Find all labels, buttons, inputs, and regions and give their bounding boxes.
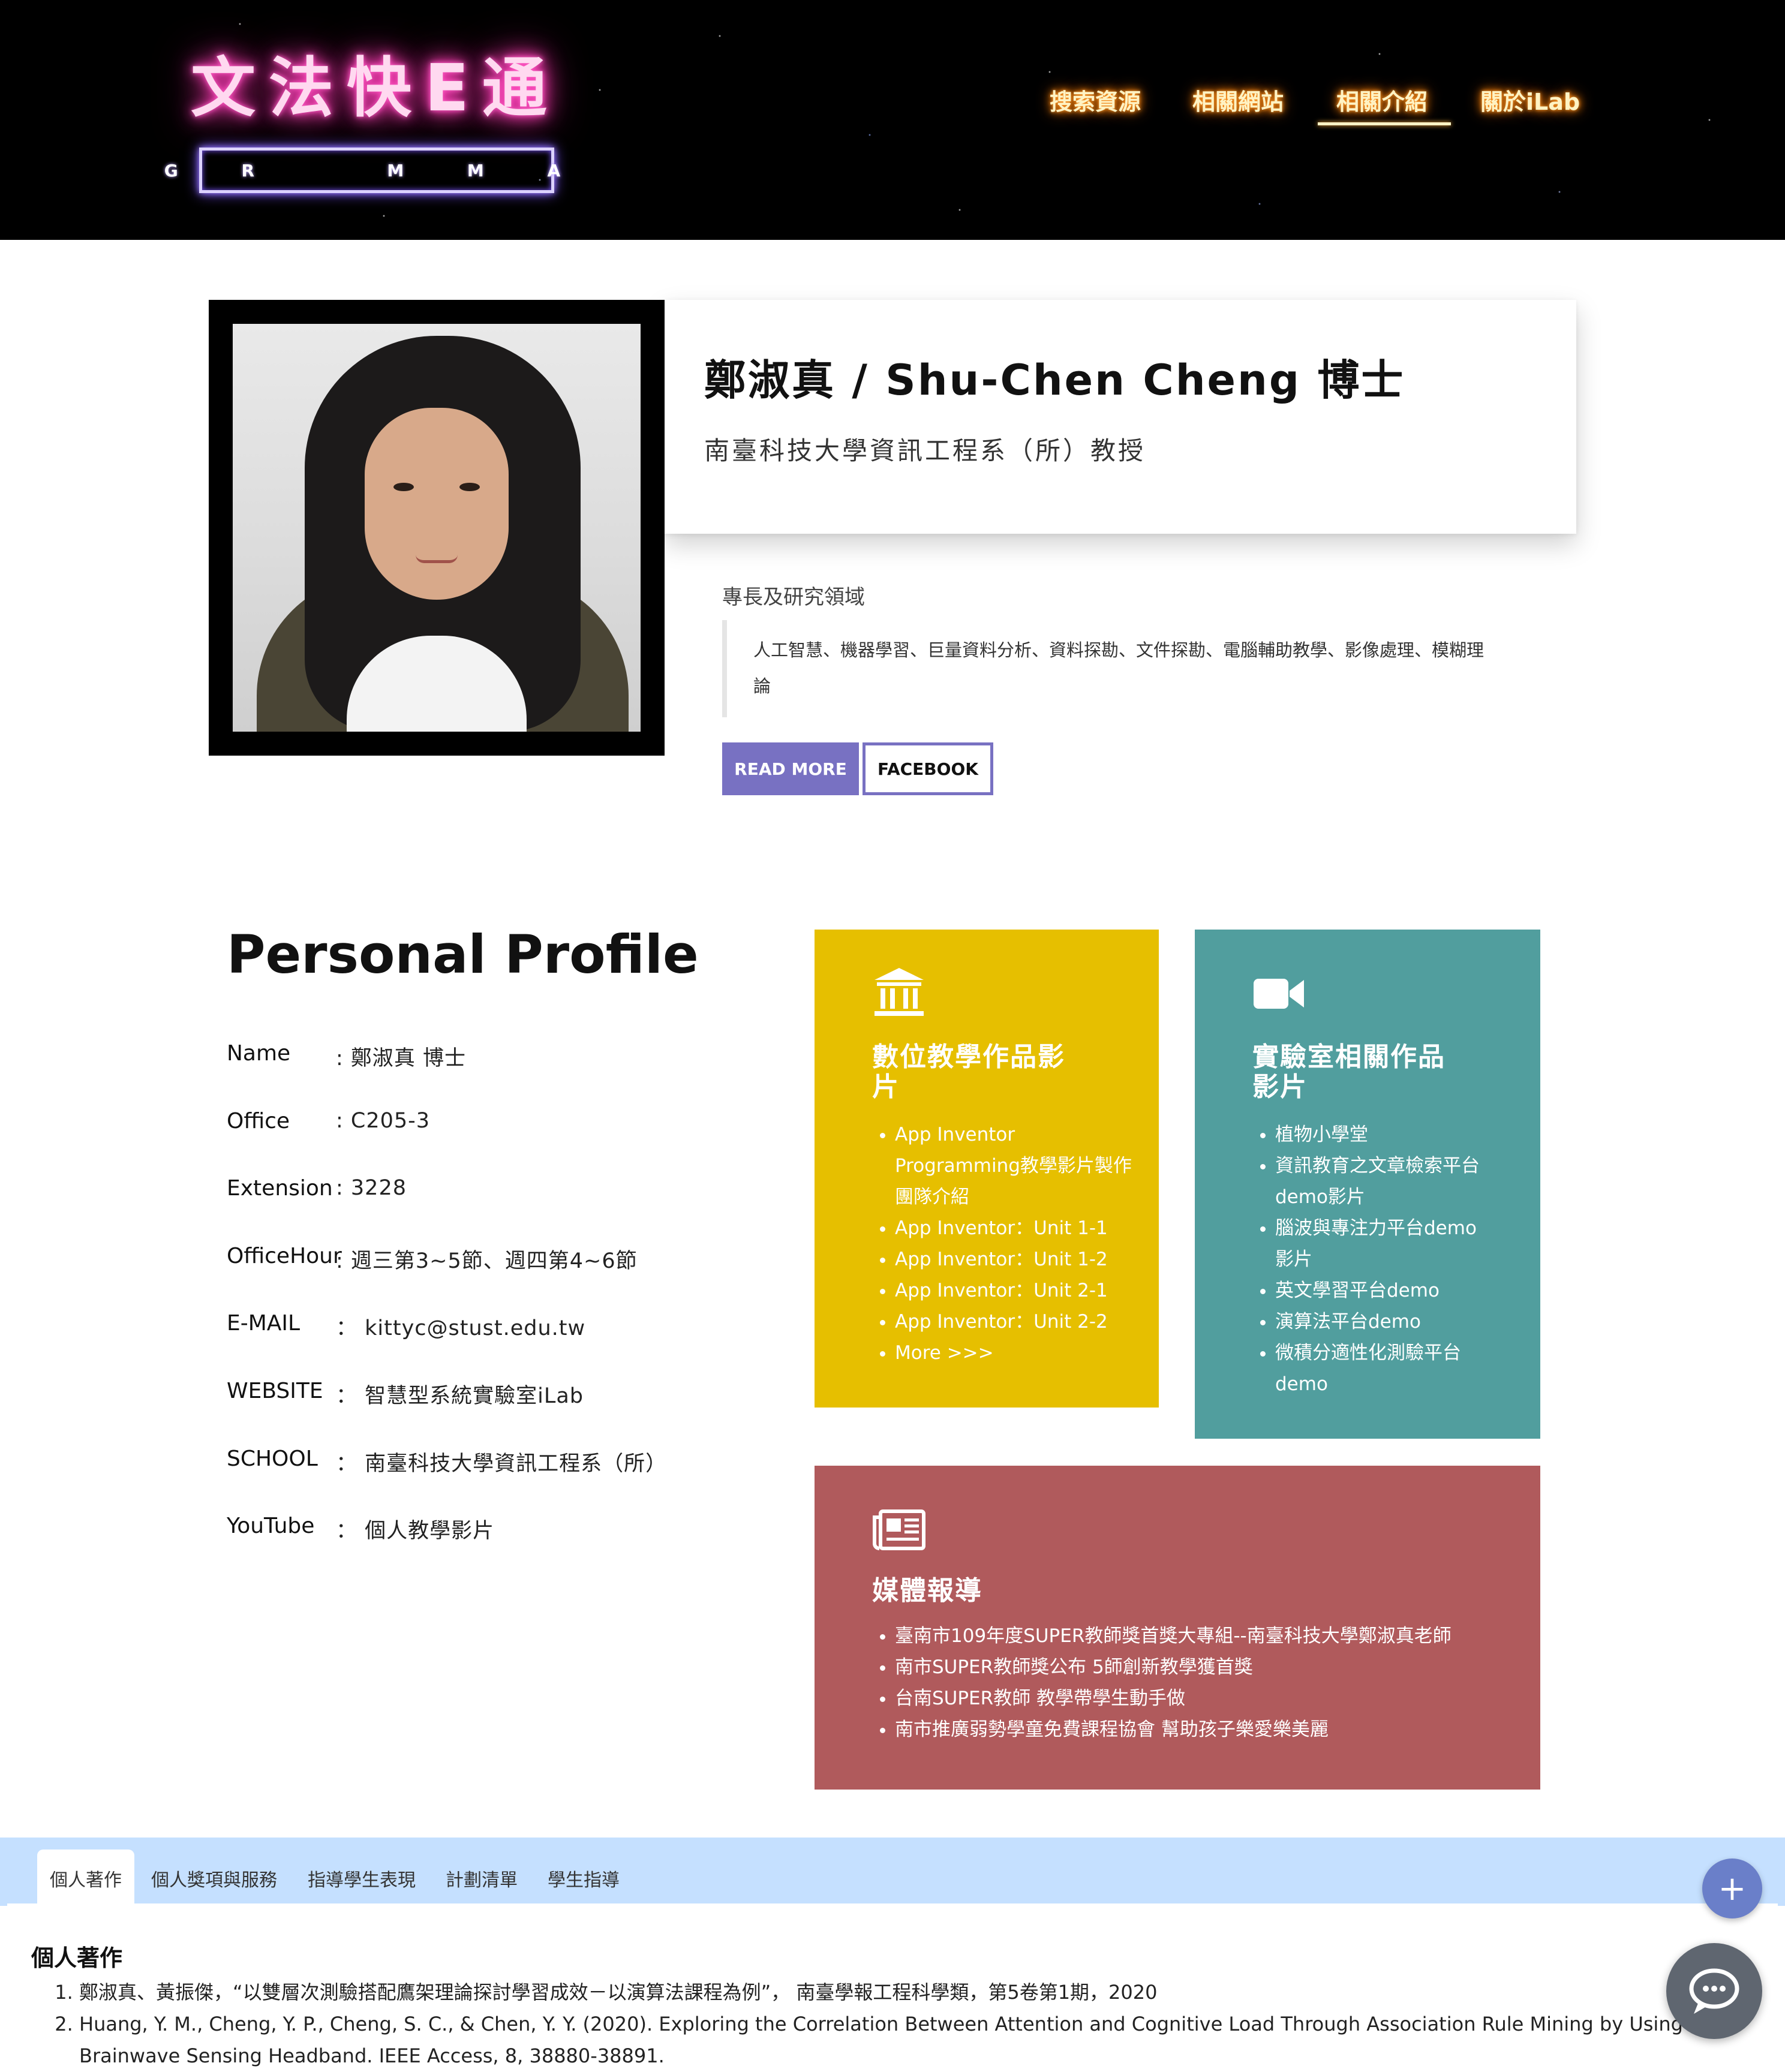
teaching-video-link[interactable]: App Inventor：Unit 1-1 <box>895 1213 1136 1244</box>
facebook-button[interactable]: FACEBOOK <box>863 742 993 795</box>
teaching-video-link[interactable]: App Inventor：Unit 2-1 <box>895 1275 1136 1306</box>
page: 文法快E通 G R M M A 搜索資源 相關網站 相關介紹 關於iLab 鄭淑… <box>0 0 1785 2067</box>
teaching-card-title-line1: 數位教學作品影 <box>872 1042 1065 1072</box>
teaching-video-link[interactable]: App Inventor：Unit 2-2 <box>895 1306 1136 1337</box>
lab-video-link[interactable]: 微積分適性化測驗平台demo <box>1275 1337 1492 1400</box>
more-link[interactable]: More >>> <box>895 1337 1136 1369</box>
bank-icon <box>875 968 924 1016</box>
lab-video-link[interactable]: 植物小學堂 <box>1275 1119 1492 1150</box>
profile-value: : 週三第3~5節、週四第4~6節 <box>336 1249 638 1273</box>
lab-video-link[interactable]: 腦波與專注力平台demo影片 <box>1275 1213 1492 1275</box>
chat-bubble-icon <box>1689 1968 1739 2014</box>
profile-value: : C205-3 <box>336 1109 431 1133</box>
tab-publications[interactable]: 個人著作 <box>37 1850 134 1907</box>
personal-profile-heading: Personal Profile <box>227 924 699 985</box>
profile-label: YouTube <box>227 1514 315 1538</box>
site-logo-subtitle: G R M M A <box>164 160 590 181</box>
lab-card-title: 實驗室相關作品 影片 <box>1252 1042 1446 1102</box>
name-card: 鄭淑真 / Shu-Chen Cheng 博士 南臺科技大學資訊工程系（所）教授 <box>665 300 1576 534</box>
photo-eye-right <box>459 483 480 491</box>
person-position: 南臺科技大學資訊工程系（所）教授 <box>704 436 1146 465</box>
profile-label: OfficeHour <box>227 1244 342 1268</box>
media-report-link[interactable]: 南市SUPER教師獎公布 5師創新教學獲首獎 <box>895 1652 1508 1683</box>
nav-item-about-ilab[interactable]: 關於iLab <box>1480 84 1580 120</box>
lab-videos-card: 實驗室相關作品 影片 植物小學堂 資訊教育之文章檢索平台demo影片 腦波與專注… <box>1195 930 1540 1439</box>
site-logo-title[interactable]: 文法快E通 <box>191 47 575 131</box>
profile-photo <box>233 324 641 732</box>
site-header: 文法快E通 G R M M A 搜索資源 相關網站 相關介紹 關於iLab <box>0 0 1785 240</box>
lab-card-title-line1: 實驗室相關作品 <box>1252 1042 1446 1072</box>
video-camera-icon <box>1254 979 1304 1009</box>
chat-button[interactable] <box>1666 1943 1762 2039</box>
photo-face <box>365 408 509 600</box>
media-report-link[interactable]: 南市推廣弱勢學童免費課程協會 幫助孩子樂愛樂美麗 <box>895 1714 1508 1745</box>
plus-icon: + <box>1718 1869 1747 1908</box>
teaching-video-link[interactable]: App Inventor Programming教學影片製作團隊介紹 <box>895 1119 1136 1213</box>
nav-active-underline <box>1318 122 1451 125</box>
nav-item-related-intro[interactable]: 相關介紹 <box>1336 84 1428 120</box>
publications-heading: 個人著作 <box>31 1945 123 1971</box>
profile-label: WEBSITE <box>227 1379 323 1403</box>
photo-mouth <box>416 555 458 563</box>
profile-photo-frame <box>209 300 665 756</box>
research-fields: 人工智慧、機器學習、巨量資料分析、資料探勘、文件探勘、電腦輔助教學、影像處理、模… <box>722 620 1496 717</box>
media-report-list: 臺南市109年度SUPER教師獎首獎大專組--南臺科技大學鄭淑真老師 南市SUP… <box>872 1620 1508 1745</box>
profile-label: E-MAIL <box>227 1311 300 1336</box>
media-report-link[interactable]: 台南SUPER教師 教學帶學生動手做 <box>895 1683 1508 1714</box>
teaching-videos-card: 數位教學作品影 片 App Inventor Programming教學影片製作… <box>815 930 1159 1408</box>
teaching-video-list: App Inventor Programming教學影片製作團隊介紹 App I… <box>872 1119 1136 1369</box>
profile-value: : 3228 <box>336 1176 407 1200</box>
profile-label: Office <box>227 1109 290 1133</box>
plus-button[interactable]: + <box>1702 1859 1762 1918</box>
lab-video-list: 植物小學堂 資訊教育之文章檢索平台demo影片 腦波與專注力平台demo影片 英… <box>1252 1119 1492 1400</box>
read-more-button[interactable]: READ MORE <box>722 742 859 795</box>
tab-awards-services[interactable]: 個人獎項與服務 <box>140 1850 288 1907</box>
profile-label: SCHOOL <box>227 1447 318 1471</box>
youtube-link[interactable]: ： 個人教學影片 <box>336 1514 494 1544</box>
research-label: 專長及研究領域 <box>722 585 865 609</box>
newspaper-icon <box>873 1509 925 1550</box>
website-link[interactable]: ： 智慧型系統實驗室iLab <box>336 1379 584 1409</box>
tab-student-performance[interactable]: 指導學生表現 <box>298 1850 426 1907</box>
teaching-card-title-line2: 片 <box>872 1072 900 1102</box>
tab-student-guidance[interactable]: 學生指導 <box>539 1850 629 1907</box>
media-report-link[interactable]: 臺南市109年度SUPER教師獎首獎大專組--南臺科技大學鄭淑真老師 <box>895 1620 1508 1652</box>
lab-card-title-line2: 影片 <box>1252 1072 1308 1102</box>
profile-label: Extension <box>227 1176 333 1201</box>
tab-project-list[interactable]: 計劃清單 <box>437 1850 527 1907</box>
profile-value: : 鄭淑真 博士 <box>336 1046 467 1070</box>
nav-item-related-websites[interactable]: 相關網站 <box>1192 84 1284 120</box>
lab-video-link[interactable]: 資訊教育之文章檢索平台demo影片 <box>1275 1150 1492 1213</box>
nav-item-search-resources[interactable]: 搜索資源 <box>1050 84 1141 120</box>
teaching-card-title: 數位教學作品影 片 <box>872 1042 1065 1102</box>
media-reports-card: 媒體報導 臺南市109年度SUPER教師獎首獎大專組--南臺科技大學鄭淑真老師 … <box>815 1466 1540 1790</box>
photo-eye-left <box>393 483 414 491</box>
lab-video-link[interactable]: 英文學習平台demo <box>1275 1275 1492 1306</box>
lab-video-link[interactable]: 演算法平台demo <box>1275 1306 1492 1337</box>
site-logo-subtitle-box: G R M M A <box>164 148 560 193</box>
profile-label: Name <box>227 1041 291 1066</box>
school-link[interactable]: ： 南臺科技大學資訊工程系（所） <box>336 1447 667 1477</box>
teaching-video-link[interactable]: App Inventor：Unit 1-2 <box>895 1244 1136 1275</box>
publication-item: 鄭淑真、黃振傑，“以雙層次測驗搭配鷹架理論探討學習成效－以演算法課程為例”， 南… <box>79 1977 1747 2008</box>
publication-list: 鄭淑真、黃振傑，“以雙層次測驗搭配鷹架理論探討學習成效－以演算法課程為例”， 南… <box>55 1977 1747 2072</box>
email-link[interactable]: ： kittyc@stust.edu.tw <box>336 1311 585 1342</box>
media-card-title: 媒體報導 <box>872 1575 982 1606</box>
publication-item: Huang, Y. M., Cheng, Y. P., Cheng, S. C.… <box>79 2008 1747 2072</box>
person-name-title: 鄭淑真 / Shu-Chen Cheng 博士 <box>704 356 1405 405</box>
